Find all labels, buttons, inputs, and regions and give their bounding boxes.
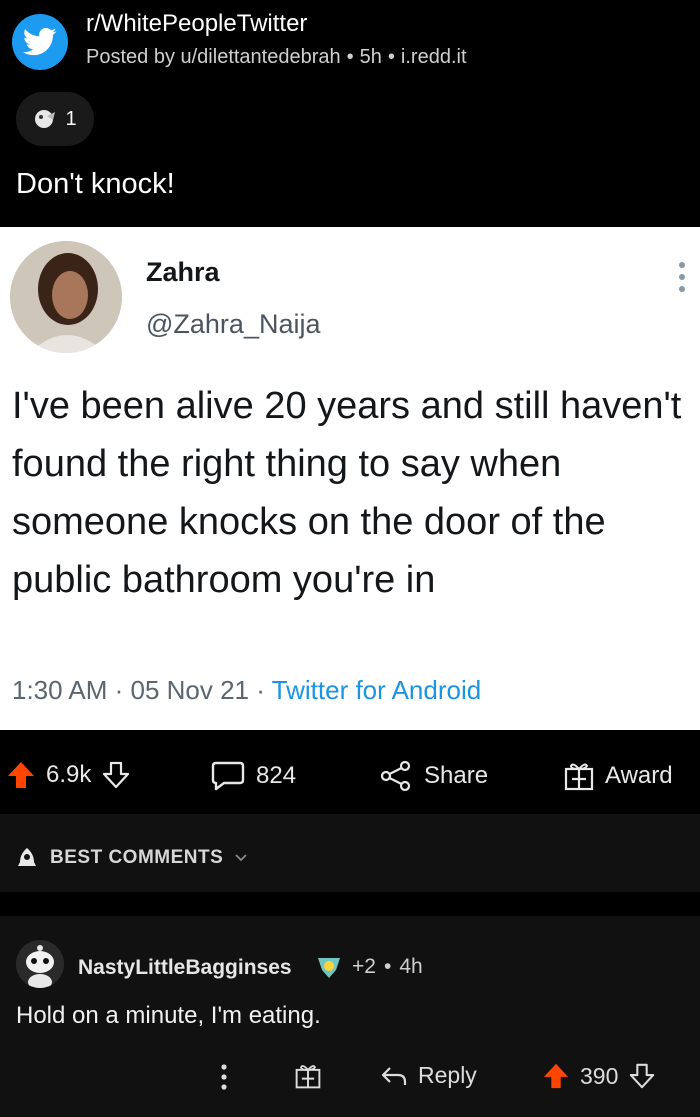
subreddit-icon[interactable] [12, 14, 68, 70]
award-badge-icon [318, 958, 340, 978]
award-label: Award [605, 762, 673, 789]
comment: NastyLittleBagginses +2 • 4h Hold on a m… [0, 916, 700, 1117]
meta-separator: • [383, 955, 392, 978]
gift-icon [295, 1065, 321, 1089]
comment-vote-count: 390 [580, 1062, 619, 1089]
post-domain[interactable]: i.redd.it [401, 46, 467, 68]
tweet-author-name: Zahra [146, 257, 220, 287]
comment-age: 4h [399, 955, 423, 978]
tweet-source: Twitter for Android [271, 675, 482, 705]
snoo-avatar-icon [16, 940, 64, 988]
share-icon [380, 760, 411, 792]
comment-sort-bar: BEST COMMENTS [0, 814, 700, 892]
award-icon [35, 110, 56, 128]
share-button[interactable]: Share [378, 760, 488, 792]
comment-award-count: +2 [352, 955, 376, 978]
award-pill[interactable]: 1 [16, 92, 94, 146]
meta-separator: • [387, 46, 395, 68]
tweet-text: I've been alive 20 years and still haven… [12, 385, 682, 601]
twitter-bird-icon [23, 27, 57, 56]
post-age: 5h [359, 46, 382, 68]
share-label: Share [424, 762, 489, 789]
upvote-icon[interactable] [542, 1062, 570, 1090]
reply-label: Reply [418, 1062, 477, 1088]
post-header: r/WhitePeopleTwitter Posted by u/diletta… [0, 0, 700, 225]
profile-photo-icon [10, 241, 122, 353]
tweet-avatar [10, 241, 122, 353]
comment-icon [211, 761, 245, 791]
gift-icon [564, 763, 594, 791]
comment-username[interactable]: NastyLittleBagginses [78, 956, 292, 980]
posted-by[interactable]: Posted by u/dilettantedebrah [86, 46, 341, 68]
more-options-icon [679, 262, 685, 292]
post-vote-count: 6.9k [46, 761, 92, 788]
comment-avatar[interactable] [16, 940, 64, 988]
comment-award-button[interactable] [294, 1062, 322, 1090]
tweet-timestamp: 1:30 AM · 05 Nov 21 · [12, 675, 272, 705]
sort-label: BEST COMMENTS [50, 847, 224, 868]
downvote-icon[interactable] [101, 760, 131, 790]
subreddit-name[interactable]: r/WhitePeopleTwitter [86, 10, 307, 38]
comment-body: Hold on a minute, I'm eating. [16, 1002, 321, 1029]
more-vertical-icon [221, 1064, 227, 1090]
comment-meta: +2 • 4h [314, 954, 423, 980]
rocket-icon [18, 848, 36, 866]
comment-more-button[interactable] [218, 1062, 230, 1092]
comment-action-bar: Reply 390 [0, 1058, 700, 1098]
tweet-author-handle: @Zahra_Naija [146, 309, 321, 339]
award-button[interactable]: Award [563, 760, 673, 792]
chevron-down-icon [235, 854, 247, 862]
post-meta: Posted by u/dilettantedebrah • 5h • i.redd.i… [86, 46, 467, 69]
downvote-icon[interactable] [628, 1062, 656, 1090]
reply-button[interactable]: Reply [380, 1062, 477, 1089]
vote-control: 6.9k [6, 760, 131, 790]
comment-count: 824 [256, 762, 297, 789]
comment-sort-dropdown[interactable]: BEST COMMENTS [14, 846, 249, 870]
upvote-icon[interactable] [6, 760, 36, 790]
tweet-image[interactable]: Zahra @Zahra_Naija I've been alive 20 ye… [0, 227, 700, 730]
section-divider [0, 892, 700, 916]
comment-vote-control: 390 [542, 1062, 656, 1090]
post-title[interactable]: Don't knock! [16, 168, 175, 201]
award-count: 1 [65, 107, 77, 130]
comments-button[interactable]: 824 [210, 760, 296, 792]
reply-arrow-icon [381, 1066, 407, 1085]
meta-separator: • [346, 46, 354, 68]
tweet-footer: 1:30 AM · 05 Nov 21 · Twitter for Androi… [12, 675, 481, 706]
post-action-bar: 6.9k 824 Share Award [0, 732, 700, 814]
